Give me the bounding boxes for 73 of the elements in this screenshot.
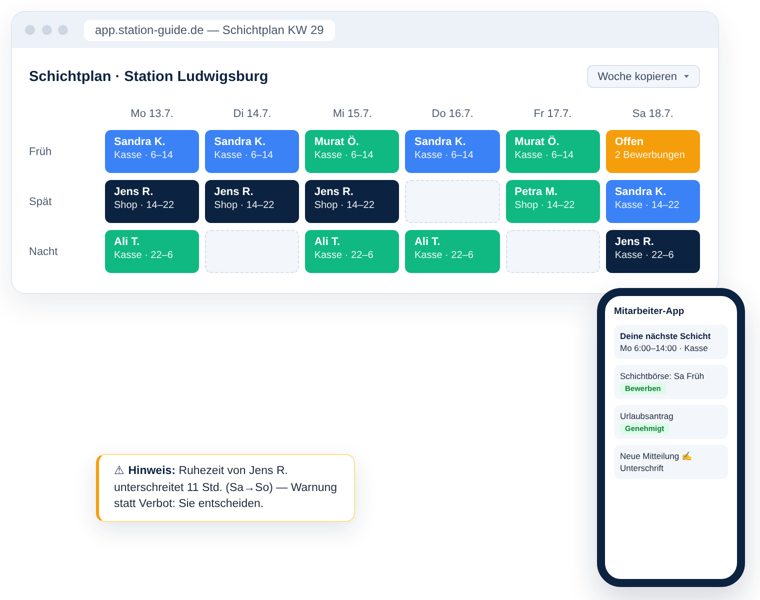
employee-name: Offen	[614, 135, 644, 149]
shift-card[interactable]: Offen 2 Bewerbungen	[606, 130, 700, 173]
shift-detail: Shop · 14–22	[214, 199, 274, 212]
day-header: Mi 15.7.	[332, 107, 372, 122]
employee-name: Jens R.	[614, 235, 654, 249]
shift-detail: Shop · 14–22	[514, 199, 575, 212]
shift-card[interactable]: Ali T. Kasse · 22–6	[105, 230, 200, 273]
shift-label: Früh	[29, 146, 52, 158]
employee-name: Murat Ö.	[314, 135, 359, 149]
shift-card[interactable]: Sandra K. Kasse · 6–14	[205, 130, 300, 173]
employee-name: Jens R.	[314, 185, 354, 199]
shift-detail: Kasse · 22–6	[114, 249, 173, 262]
shift-card[interactable]: Murat Ö. Kasse · 6–14	[305, 130, 400, 173]
address-bar[interactable]: app.station-guide.de — Schichtplan KW 29	[84, 20, 335, 40]
shift-detail: Kasse · 22–6	[314, 249, 374, 262]
shift-detail: Kasse · 6–14	[414, 149, 474, 162]
caret-icon	[684, 75, 689, 78]
shift-detail: Shop · 14–22	[314, 199, 374, 212]
shift-detail: Shop · 14–22	[114, 199, 174, 212]
day-header: Di 14.7.	[233, 107, 272, 122]
notification-card[interactable]: Neue Mitteilung ✍ Unterschrift	[614, 445, 728, 479]
notification-card[interactable]: Deine nächste Schicht Mo 6:00–14:00 · Kasse	[614, 325, 728, 359]
shift-detail: Kasse · 22–6	[614, 249, 674, 262]
page-title: Schichtplan · Station Ludwigsburg	[29, 68, 268, 84]
shift-detail: Kasse · 22–6	[414, 249, 474, 262]
shift-detail: Kasse · 6–14	[514, 149, 574, 162]
window-dot-icon[interactable]	[58, 25, 68, 35]
day-header: Do 16.7.	[432, 107, 474, 122]
day-header: Mo 13.7.	[130, 107, 174, 122]
window-dot-icon[interactable]	[42, 25, 52, 35]
empty-slot[interactable]	[405, 180, 500, 223]
shift-card[interactable]: Jens R. Shop · 14–22	[305, 180, 400, 223]
employee-name: Jens R.	[114, 185, 154, 199]
copy-week-button[interactable]: Woche kopieren	[586, 65, 700, 88]
employee-name: Ali T.	[414, 235, 440, 249]
shift-card[interactable]: Jens R. Shop · 14–22	[205, 180, 300, 223]
employee-name: Sandra K.	[114, 135, 166, 149]
employee-name: Sandra K.	[414, 135, 466, 149]
employee-name: Sandra K.	[214, 135, 266, 149]
employee-name: Sandra K.	[614, 185, 666, 199]
day-header: Fr 17.7.	[534, 107, 572, 122]
shift-detail: Kasse · 14–22	[614, 199, 680, 212]
shift-card[interactable]: Petra M. Shop · 14–22	[506, 180, 600, 223]
shift-card[interactable]: Ali T. Kasse · 22–6	[405, 230, 500, 273]
empty-slot[interactable]	[506, 230, 600, 273]
day-header: Sa 18.7.	[632, 107, 674, 122]
shift-card[interactable]: Sandra K. Kasse · 6–14	[105, 130, 200, 173]
card-text: Schichtbörse: Sa Früh	[620, 370, 704, 382]
card-text: Neue Mitteilung ✍ Unterschrift	[620, 450, 694, 474]
shift-card[interactable]: Jens R. Shop · 14–22	[105, 180, 200, 223]
shift-card[interactable]: Ali T. Kasse · 22–6	[305, 230, 400, 273]
employee-name: Murat Ö.	[514, 135, 560, 149]
shift-detail: Kasse · 6–14	[114, 149, 173, 162]
shift-detail: 2 Bewerbungen	[614, 149, 685, 162]
card-title: Deine nächste Schicht	[620, 330, 711, 342]
shift-label: Spät	[29, 196, 52, 208]
employee-name: Petra M.	[514, 185, 558, 199]
app-title: Mitarbeiter-App	[614, 306, 686, 318]
window-dot-icon[interactable]	[25, 25, 35, 35]
shift-card[interactable]: Jens R. Kasse · 22–6	[606, 230, 700, 273]
warning-text: ⚠ Hinweis: Ruhezeit von Jens R. unterschreitet 11 Std. (Sa→So) — Warnung statt Verbot: Sie entscheiden.	[114, 464, 338, 512]
empty-slot[interactable]	[205, 230, 300, 273]
shift-label: Nacht	[29, 246, 58, 258]
card-text: Mo 6:00–14:00 · Kasse	[620, 342, 708, 354]
card-text: Urlaubsantrag	[620, 410, 674, 422]
shift-card[interactable]: Sandra K. Kasse · 6–14	[405, 130, 500, 173]
employee-name: Ali T.	[114, 235, 140, 249]
shift-card[interactable]: Murat Ö. Kasse · 6–14	[506, 130, 600, 173]
employee-name: Jens R.	[214, 185, 254, 199]
shift-card[interactable]: Sandra K. Kasse · 14–22	[606, 180, 700, 223]
shift-detail: Kasse · 6–14	[314, 149, 374, 162]
employee-name: Ali T.	[314, 235, 340, 249]
shift-detail: Kasse · 6–14	[214, 149, 274, 162]
